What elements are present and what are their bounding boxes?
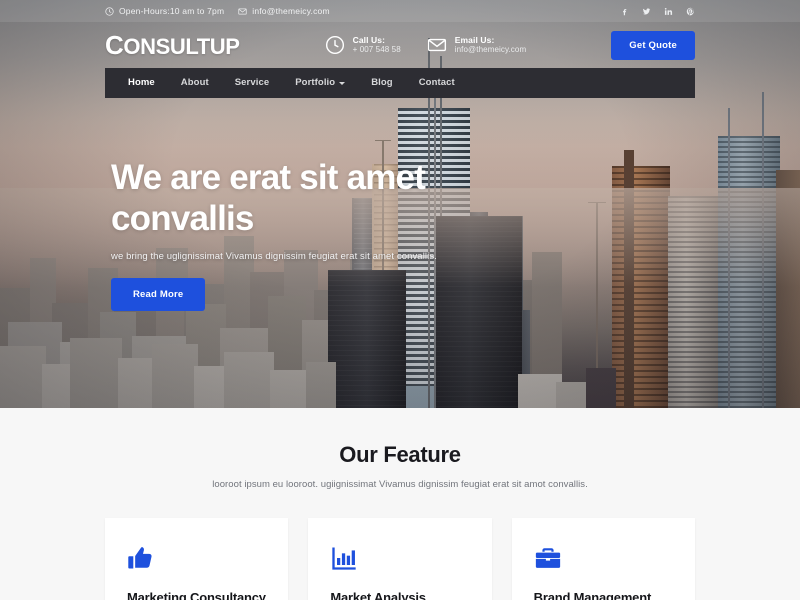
hero-title: We are erat sit amet convallis: [111, 158, 531, 239]
feature-card-title: Marketing Consultancy: [127, 590, 266, 600]
section-title: Our Feature: [339, 442, 461, 467]
features-section: Our Feature looroot ipsum eu looroot. ug…: [0, 408, 800, 600]
feature-card-title: Market Analysis: [330, 590, 426, 600]
get-quote-button[interactable]: Get Quote: [611, 30, 695, 60]
hero-banner: Open-Hours:10 am to 7pm info@themeicy.co…: [0, 0, 800, 408]
email-us-block[interactable]: Email Us: info@themeicy.com: [427, 35, 526, 56]
email-us-label: Email Us:: [454, 34, 495, 45]
nav-label-service: Service: [234, 77, 270, 88]
linkedin-link[interactable]: [664, 7, 673, 16]
facebook-icon: [623, 8, 627, 15]
open-hours-text: Open-Hours:10 am to 7pm: [119, 6, 225, 16]
nav-item-home[interactable]: Home: [115, 68, 168, 98]
read-more-button[interactable]: Read More: [111, 278, 206, 312]
clock-icon: [105, 6, 114, 16]
top-bar: Open-Hours:10 am to 7pm info@themeicy.co…: [0, 0, 800, 22]
top-bar-email[interactable]: info@themeicy.com: [238, 6, 330, 16]
nav-item-portfolio[interactable]: Portfolio: [282, 68, 358, 98]
email-us-address: info@themeicy.com: [454, 45, 527, 55]
twitter-link[interactable]: [642, 7, 651, 16]
hero-title-line1: We are erat sit amet: [111, 158, 426, 197]
hero-title-line2: convallis: [111, 198, 254, 238]
hero-content: We are erat sit amet convallis we bring …: [111, 158, 531, 312]
facebook-link[interactable]: [620, 7, 629, 16]
features-heading: Our Feature looroot ipsum eu looroot. ug…: [0, 408, 800, 490]
hero-subtitle: we bring the uglignissimat Vivamus digni…: [111, 251, 437, 263]
nav-label-about: About: [180, 77, 209, 88]
landing-page: Open-Hours:10 am to 7pm info@themeicy.co…: [0, 0, 800, 600]
nav-item-contact[interactable]: Contact: [406, 68, 468, 98]
nav-label-home: Home: [128, 77, 155, 88]
pinterest-icon: [686, 7, 694, 15]
envelope-icon: [238, 8, 247, 14]
call-us-number: + 007 548 58: [352, 45, 401, 55]
linkedin-icon: [664, 7, 673, 15]
nav-label-contact: Contact: [418, 77, 455, 88]
clock-icon: [325, 35, 345, 55]
logo[interactable]: CONSULTUP: [105, 32, 240, 58]
main-navigation: Home About Service Portfolio Blog Contac…: [105, 68, 695, 98]
nav-item-about[interactable]: About: [168, 68, 222, 98]
call-us-block[interactable]: Call Us: + 007 548 58: [325, 35, 401, 56]
feature-card-title: Brand Management: [533, 590, 652, 600]
nav-item-service[interactable]: Service: [222, 68, 283, 98]
feature-card-market-analysis[interactable]: Market Analysis: [308, 518, 492, 600]
chevron-down-icon: [339, 82, 346, 85]
feature-cards: Marketing Consultancy Market Analysis Br…: [105, 518, 695, 600]
site-header: CONSULTUP Call Us: + 007 548 58 Email Us…: [0, 22, 800, 68]
call-us-label: Call Us:: [352, 34, 386, 45]
nav-label-blog: Blog: [371, 77, 393, 88]
logo-text: ONSULTUP: [123, 34, 240, 59]
nav-item-blog[interactable]: Blog: [358, 68, 406, 98]
nav-label-portfolio: Portfolio: [295, 77, 336, 88]
top-bar-email-text: info@themeicy.com: [252, 6, 330, 16]
logo-initial: C: [105, 30, 124, 60]
bar-chart-icon: [330, 544, 469, 574]
open-hours: Open-Hours:10 am to 7pm: [105, 6, 224, 16]
twitter-icon: [642, 7, 651, 14]
social-links: [620, 7, 695, 16]
thumbs-up-icon: [127, 544, 266, 574]
briefcase-icon: [534, 544, 673, 574]
feature-card-brand-management[interactable]: Brand Management: [511, 518, 695, 600]
section-subtitle: looroot ipsum eu looroot. ugiignissimat …: [212, 479, 588, 490]
pinterest-link[interactable]: [686, 7, 695, 16]
envelope-icon: [427, 35, 447, 55]
feature-card-marketing-consultancy[interactable]: Marketing Consultancy: [105, 518, 289, 600]
